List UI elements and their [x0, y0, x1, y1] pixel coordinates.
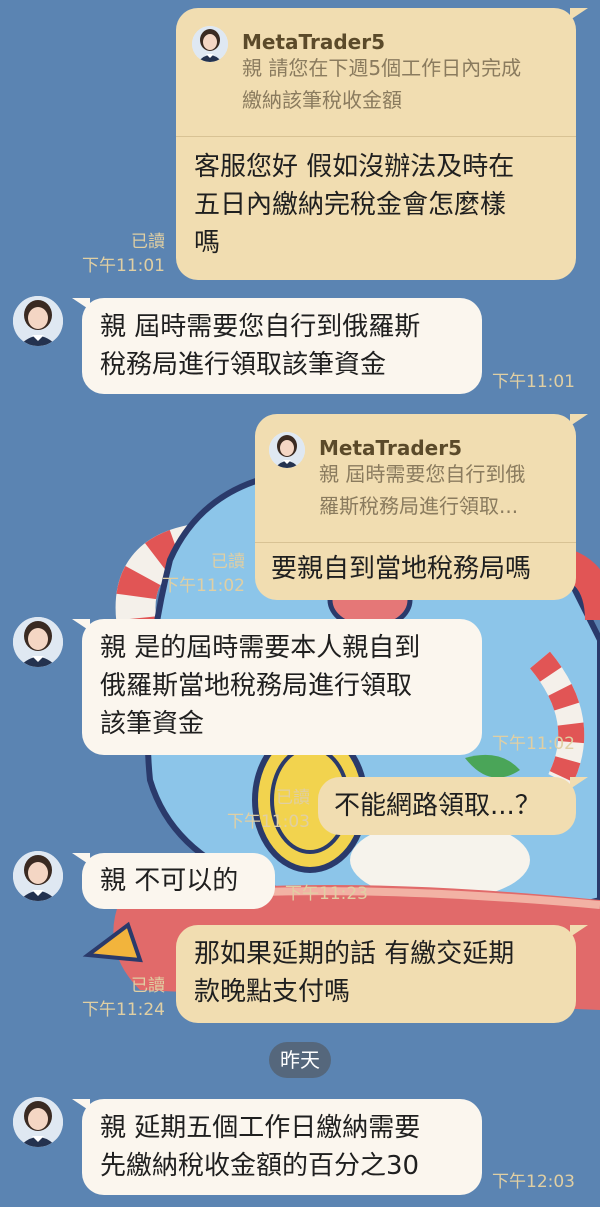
- quote-text: 親 請您在下週5個工作日內完成 繳納該筆稅收金額: [242, 56, 522, 112]
- quote-text: 親 屆時需要您自行到俄 羅斯稅務局進行領取...: [319, 462, 526, 518]
- avatar[interactable]: [13, 296, 63, 346]
- message-text: 那如果延期的話 有繳交延期 款晚點支付嗎: [194, 939, 515, 1007]
- message-time: 下午11:01: [82, 256, 165, 276]
- bubble-tail: [570, 414, 588, 426]
- reply-quote[interactable]: MetaTrader5 親 請您在下週5個工作日內完成 繳納該筆稅收金額: [176, 8, 576, 137]
- message-bubble[interactable]: MetaTrader5 親 屆時需要您自行到俄 羅斯稅務局進行領取... 要親自…: [255, 414, 576, 600]
- read-status: 已讀: [131, 232, 165, 252]
- message-bubble[interactable]: 親 是的屆時需要本人親自到 俄羅斯當地稅務局進行領取 該筆資金: [82, 619, 482, 755]
- quote-avatar: [192, 26, 228, 62]
- message-bubble[interactable]: 親 延期五個工作日繳納需要 先繳納稅收金額的百分之30: [82, 1099, 482, 1195]
- message-time: 下午11:02: [492, 734, 575, 754]
- message-bubble[interactable]: 親 屆時需要您自行到俄羅斯 稅務局進行領取該筆資金: [82, 298, 482, 394]
- message-text: 親 是的屆時需要本人親自到 俄羅斯當地稅務局進行領取 該筆資金: [100, 633, 421, 739]
- message-bubble[interactable]: MetaTrader5 親 請您在下週5個工作日內完成 繳納該筆稅收金額 客服您…: [176, 8, 576, 280]
- message-time: 下午11:03: [227, 812, 310, 832]
- avatar[interactable]: [13, 1097, 63, 1147]
- message-text: 要親自到當地稅務局嗎: [271, 554, 532, 584]
- read-status: 已讀: [211, 552, 245, 572]
- message-bubble[interactable]: 不能網路領取...？: [318, 777, 576, 835]
- message-bubble[interactable]: 親 不可以的: [82, 853, 275, 909]
- message-time: 下午11:02: [162, 576, 245, 596]
- avatar[interactable]: [13, 851, 63, 901]
- date-separator: 昨天: [269, 1042, 331, 1078]
- bubble-tail: [570, 777, 588, 789]
- read-status: 已讀: [276, 788, 310, 808]
- message-time: 下午11:23: [285, 884, 368, 904]
- message-text: 親 屆時需要您自行到俄羅斯 稅務局進行領取該筆資金: [100, 312, 421, 380]
- message-text: 親 不可以的: [100, 866, 239, 896]
- message-text: 客服您好 假如沒辦法及時在 五日內繳納完稅金會怎麼樣 嗎: [194, 152, 515, 258]
- avatar[interactable]: [13, 617, 63, 667]
- message-time: 下午12:03: [492, 1172, 575, 1192]
- message-text: 不能網路領取...？: [334, 791, 541, 821]
- bubble-tail: [570, 925, 588, 937]
- quote-avatar: [269, 432, 305, 468]
- bubble-tail: [570, 8, 588, 20]
- message-text: 親 延期五個工作日繳納需要 先繳納稅收金額的百分之30: [100, 1113, 421, 1181]
- read-status: 已讀: [131, 976, 165, 996]
- message-time: 下午11:01: [492, 372, 575, 392]
- message-bubble[interactable]: 那如果延期的話 有繳交延期 款晚點支付嗎: [176, 925, 576, 1023]
- message-time: 下午11:24: [82, 1000, 165, 1020]
- reply-quote[interactable]: MetaTrader5 親 屆時需要您自行到俄 羅斯稅務局進行領取...: [255, 414, 576, 543]
